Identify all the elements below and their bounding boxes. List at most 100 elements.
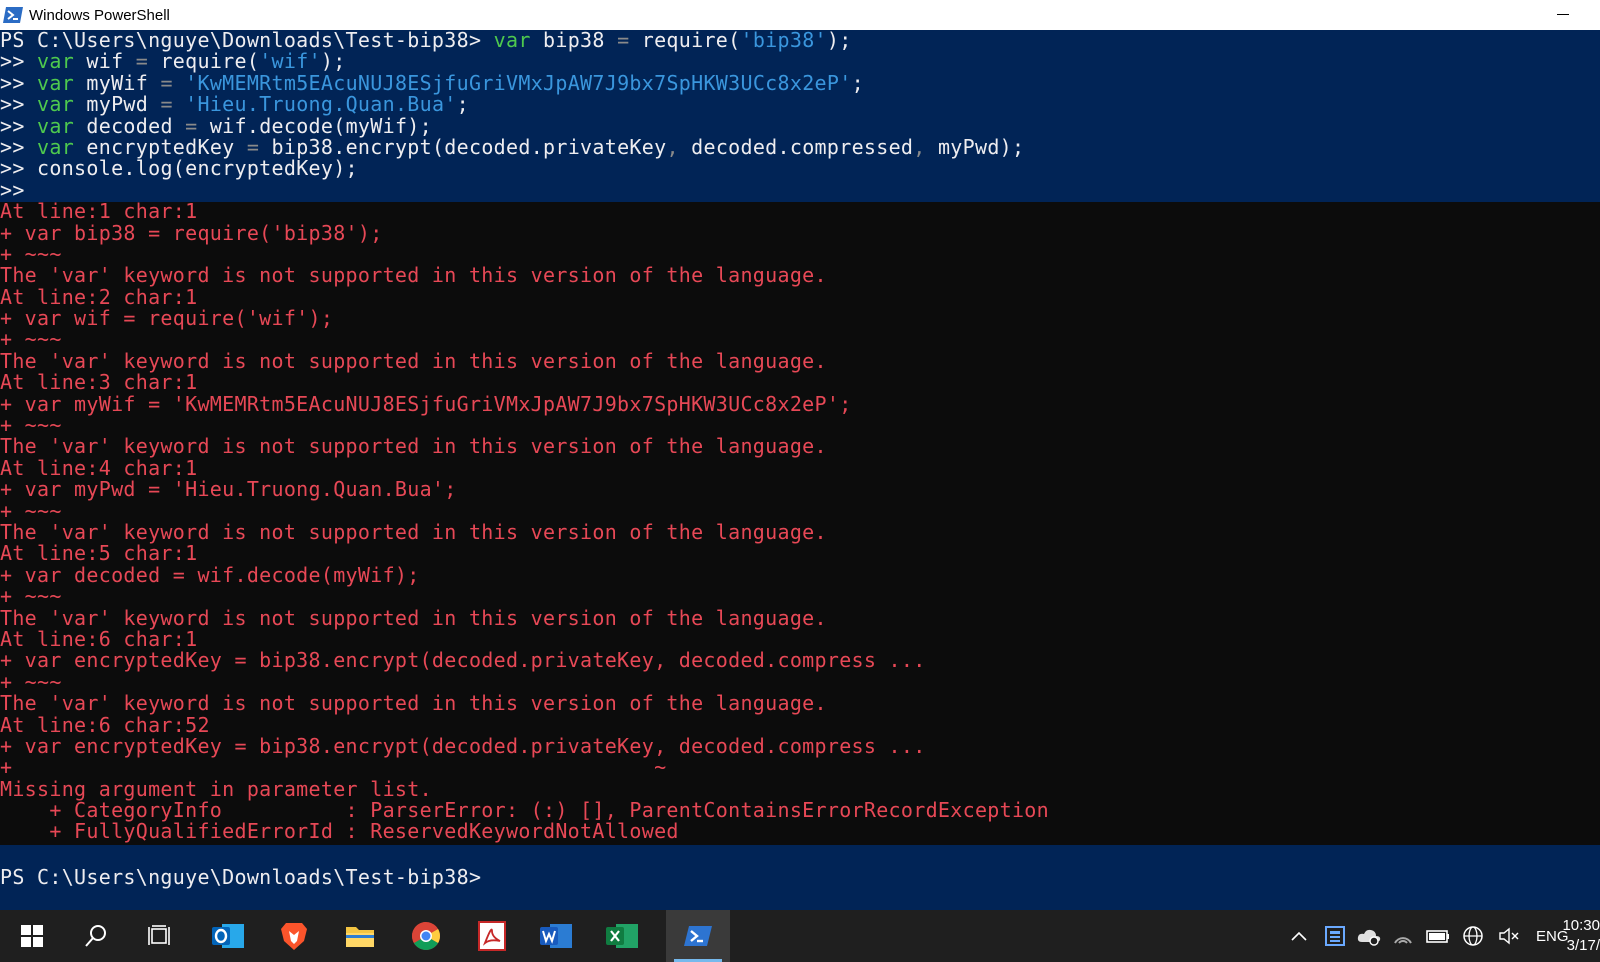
code-token: require( [629, 28, 741, 52]
window-title: Windows PowerShell [29, 6, 170, 24]
file-explorer-app[interactable] [328, 910, 392, 962]
error-line: The 'var' keyword is not supported in th… [0, 263, 827, 288]
command-line: >> console.log(encryptedKey); [0, 158, 1600, 179]
brave-icon [281, 923, 307, 950]
error-line: + ~ [0, 755, 667, 780]
search-button[interactable] [64, 910, 128, 962]
error-line: + ~~~ [0, 327, 62, 352]
code-token: , [913, 134, 926, 159]
word-app[interactable] [524, 910, 588, 962]
code-token: var [37, 70, 75, 95]
error-line: At line:6 char:1 [0, 626, 198, 651]
code-token: 'KwMEMRtm5EAcuNUJ8ESjfuGriVMxJpAW7J9bx7S… [185, 70, 852, 95]
code-token: 'bip38' [740, 28, 827, 52]
final-prompt[interactable]: PS C:\Users\nguye\Downloads\Test-bip38> [0, 866, 481, 888]
code-token: var [37, 113, 75, 138]
acrobat-app[interactable] [460, 910, 524, 962]
error-line: At line:6 char:52 [0, 712, 210, 737]
folder-icon [346, 927, 374, 947]
prompt-text: PS C:\Users\nguye\Downloads\Test-bip38> [0, 28, 494, 52]
system-tray: ENG [1280, 910, 1569, 962]
command-line: >> var encryptedKey = bip38.encrypt(deco… [0, 134, 1600, 159]
code-token: ; [851, 70, 864, 95]
search-icon [85, 925, 106, 947]
code-token: require( [148, 49, 260, 74]
code-token: decoded.compressed [678, 134, 914, 159]
volume-muted-icon[interactable] [1498, 926, 1520, 946]
error-line: + var myPwd = 'Hieu.Truong.Quan.Bua'; [0, 477, 457, 502]
console-output: PS C:\Users\nguye\Downloads\Test-bip38> … [0, 28, 1600, 843]
code-token: var [493, 28, 531, 52]
brave-app[interactable] [262, 910, 326, 962]
error-line: At line:1 char:1 [0, 199, 198, 224]
code-token: = [160, 70, 173, 95]
windows-logo-icon [21, 925, 43, 947]
continuation-prompt: >> [0, 49, 38, 74]
vpn-icon[interactable] [1392, 925, 1414, 947]
command-block: PS C:\Users\nguye\Downloads\Test-bip38> … [0, 28, 1600, 202]
code-token: var [37, 92, 75, 117]
code-token: ; [456, 92, 469, 117]
task-view-button[interactable] [128, 910, 192, 962]
code-token: ); [320, 49, 346, 74]
command-line: >> var myWif = 'KwMEMRtm5EAcuNUJ8ESjfuGr… [0, 70, 1600, 95]
code-token: = [160, 92, 173, 117]
code-token: bip38.encrypt(decoded.privateKey [259, 134, 667, 159]
error-line: At line:4 char:1 [0, 455, 198, 480]
error-line: + var encryptedKey = bip38.encrypt(decod… [0, 648, 926, 673]
word-icon [540, 924, 572, 948]
chrome-icon [412, 922, 440, 950]
powershell-app[interactable] [666, 910, 730, 962]
powershell-icon [684, 926, 712, 946]
error-line: + var encryptedKey = bip38.encrypt(decod… [0, 733, 926, 758]
start-button[interactable] [0, 910, 64, 962]
error-line: The 'var' keyword is not supported in th… [0, 519, 827, 544]
excel-icon [606, 924, 638, 948]
error-line: + CategoryInfo : ParserError: (:) [], Pa… [0, 798, 1049, 823]
continuation-prompt: >> [0, 92, 38, 117]
command-line: >> var myPwd = 'Hieu.Truong.Quan.Bua'; [0, 92, 1600, 117]
continuation-prompt: >> [0, 177, 38, 202]
minimize-button[interactable] [1554, 5, 1572, 23]
code-token: myWif [74, 70, 161, 95]
command-line: >> [0, 177, 1600, 202]
code-token: decoded [74, 113, 186, 138]
clock-date: 3/17/ [1566, 937, 1600, 954]
network-globe-icon[interactable] [1462, 925, 1484, 947]
error-line: + ~~~ [0, 669, 62, 694]
code-token: 'wif' [259, 49, 321, 74]
chrome-app[interactable] [394, 910, 458, 962]
minimize-icon [1557, 13, 1569, 15]
error-line: The 'var' keyword is not supported in th… [0, 348, 827, 373]
error-line: + ~~~ [0, 498, 62, 523]
error-line: The 'var' keyword is not supported in th… [0, 691, 827, 716]
code-token: = [185, 113, 198, 138]
battery-icon[interactable] [1426, 927, 1450, 945]
error-line: The 'var' keyword is not supported in th… [0, 434, 827, 459]
code-token: myPwd [74, 92, 161, 117]
onedrive-icon[interactable] [1356, 926, 1382, 946]
code-token: bip38 [530, 28, 618, 52]
excel-app[interactable] [590, 910, 654, 962]
error-line: + ~~~ [0, 241, 62, 266]
code-token: = [617, 28, 630, 52]
code-token: encryptedKey [74, 134, 247, 159]
error-block: At line:1 char:1 + var bip38 = require('b… [0, 199, 1600, 843]
chevron-up-icon[interactable] [1290, 930, 1308, 942]
error-line: The 'var' keyword is not supported in th… [0, 605, 827, 630]
code-token: wif.decode(myWif); [197, 113, 432, 138]
code-token: var [37, 49, 75, 74]
code-token: var [37, 134, 75, 159]
news-icon[interactable] [1324, 925, 1346, 947]
code-token: = [135, 49, 149, 74]
outlook-app[interactable] [196, 910, 260, 962]
clock[interactable]: 10:30 3/17/ [1556, 916, 1600, 956]
continuation-prompt: >> [0, 134, 38, 159]
code-token: myPwd); [925, 134, 1025, 159]
error-line: + var myWif = 'KwMEMRtm5EAcuNUJ8ESjfuGri… [0, 391, 852, 416]
console-area[interactable]: PS C:\Users\nguye\Downloads\Test-bip38> … [0, 28, 1600, 910]
acrobat-icon [478, 921, 506, 951]
code-token: 'Hieu.Truong.Quan.Bua' [185, 92, 457, 117]
error-line: At line:3 char:1 [0, 370, 198, 395]
